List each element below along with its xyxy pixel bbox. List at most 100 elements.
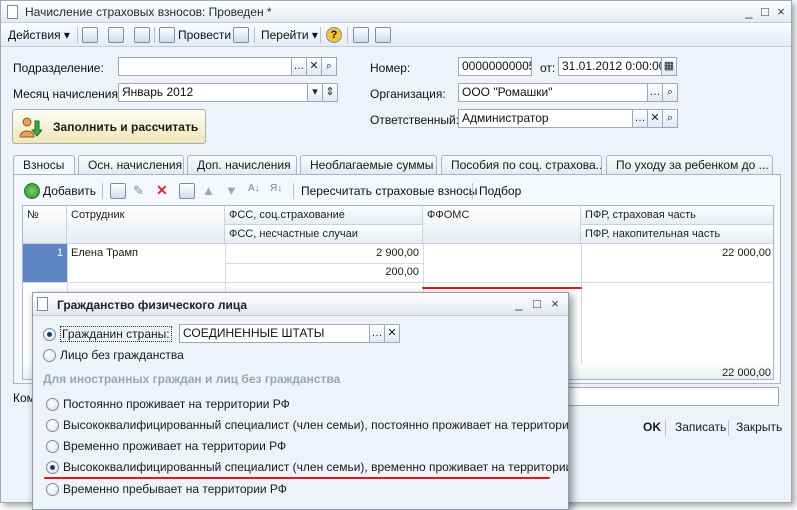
option-specialist-temporary[interactable]: Высококвалифицированный специалист (член… bbox=[46, 460, 568, 476]
column-header-pfr[interactable]: ПФР, страховая часть bbox=[581, 206, 773, 225]
radio-checked-icon bbox=[43, 328, 56, 341]
column-header-fss-accidents[interactable]: ФСС, несчастные случаи bbox=[225, 225, 423, 244]
clear-icon[interactable]: ✕ bbox=[306, 57, 322, 76]
month-stepper-icon[interactable]: ⇕ bbox=[322, 83, 338, 102]
close-button[interactable]: × bbox=[773, 4, 789, 19]
actions-menu[interactable]: Действия ▾ bbox=[8, 26, 70, 44]
option-specialist-permanent[interactable]: Высококвалифицированный специалист (член… bbox=[46, 418, 568, 434]
grid-toolbar: Добавить ✎ ✕ ▲ ▼ A↓ Я↓ Пересчитать страх… bbox=[14, 180, 780, 202]
month-label: Месяц начисления: bbox=[13, 87, 122, 101]
close-window-button[interactable]: Закрыть bbox=[736, 420, 782, 434]
chevron-down-icon: ▾ bbox=[311, 28, 318, 42]
minimize-button[interactable]: _ bbox=[741, 4, 757, 19]
refresh-icon[interactable] bbox=[108, 27, 124, 43]
fill-and-calculate-button[interactable]: Заполнить и рассчитать bbox=[12, 109, 206, 144]
radio-icon bbox=[46, 419, 59, 432]
month-field[interactable]: Январь 2012 bbox=[118, 83, 308, 102]
toolbar-separator bbox=[77, 27, 78, 43]
stateless-radio-label: Лицо без гражданства bbox=[60, 348, 184, 362]
goto-menu[interactable]: Перейти ▾ bbox=[261, 26, 318, 44]
tab-social-benefits[interactable]: Пособия по соц. страхова... bbox=[441, 155, 602, 175]
pfr-accumulative-cell[interactable] bbox=[581, 263, 773, 282]
tab-extra-accruals[interactable]: Доп. начисления bbox=[187, 155, 297, 175]
post-button[interactable]: Провести bbox=[178, 26, 231, 44]
column-header-ffoms[interactable]: ФФОМС bbox=[423, 206, 581, 244]
dialog-title-bar[interactable]: Гражданство физического лица _ □ × bbox=[33, 293, 568, 316]
toolbar-separator bbox=[472, 183, 473, 199]
toolbar-separator bbox=[102, 183, 103, 199]
tab-bar: Взносы Осн. начисления Доп. начисления Н… bbox=[13, 155, 773, 176]
option-permanent-resident[interactable]: Постоянно проживает на территории РФ bbox=[46, 397, 546, 413]
search-icon[interactable]: ⌕ bbox=[662, 109, 678, 128]
column-header-pfr-accumulative[interactable]: ПФР, накопительная часть bbox=[581, 225, 773, 244]
tab-child-care[interactable]: По уходу за ребенком до ... bbox=[606, 155, 773, 175]
maximize-button[interactable]: □ bbox=[529, 296, 545, 311]
tab-non-taxable[interactable]: Необлагаемые суммы bbox=[300, 155, 437, 175]
delete-icon[interactable]: ✕ bbox=[156, 183, 172, 199]
fss-cell[interactable]: 2 900,00 bbox=[225, 244, 423, 263]
toolbar-separator bbox=[293, 183, 294, 199]
column-header-fss[interactable]: ФСС, соц.страхование bbox=[225, 206, 423, 225]
comment-field[interactable] bbox=[566, 387, 779, 406]
search-icon[interactable]: ⌕ bbox=[662, 83, 678, 102]
tab-contributions[interactable]: Взносы bbox=[13, 155, 75, 176]
structure-icon[interactable] bbox=[353, 27, 369, 43]
select-button[interactable]: … bbox=[369, 324, 385, 343]
save-row-icon[interactable] bbox=[179, 183, 195, 199]
minimize-button[interactable]: _ bbox=[511, 296, 527, 311]
save-button[interactable]: Записать bbox=[675, 420, 726, 434]
sort-asc-icon[interactable]: A↓ bbox=[248, 183, 264, 199]
title-bar[interactable]: Начисление страховых взносов: Проведен *… bbox=[1, 1, 791, 23]
number-field[interactable]: 00000000005 bbox=[458, 57, 532, 76]
option-label: Временно проживает на территории РФ bbox=[63, 439, 287, 453]
column-header-number[interactable]: № bbox=[23, 206, 67, 244]
division-field[interactable] bbox=[118, 57, 292, 76]
option-temporary-stay[interactable]: Временно пребывает на территории РФ bbox=[46, 482, 546, 498]
copy-icon[interactable] bbox=[134, 27, 150, 43]
option-temporary-resident[interactable]: Временно проживает на территории РФ bbox=[46, 439, 546, 455]
select-button[interactable]: … bbox=[632, 109, 648, 128]
row-divider bbox=[225, 263, 423, 264]
unpost-icon[interactable] bbox=[233, 27, 249, 43]
clear-icon[interactable]: ✕ bbox=[384, 324, 400, 343]
organization-label: Организация: bbox=[370, 87, 446, 101]
select-employees-button[interactable]: Подбор bbox=[479, 182, 521, 200]
citizen-radio-label: Гражданин страны: bbox=[60, 326, 172, 342]
responsible-field[interactable]: Администратор bbox=[458, 109, 633, 128]
maximize-button[interactable]: □ bbox=[757, 4, 773, 19]
search-icon[interactable]: ⌕ bbox=[321, 57, 337, 76]
select-button[interactable]: … bbox=[291, 57, 307, 76]
citizen-radio[interactable]: Гражданин страны: bbox=[43, 326, 173, 343]
toolbar-separator bbox=[665, 420, 666, 436]
column-header-employee[interactable]: Сотрудник bbox=[67, 206, 225, 244]
select-button[interactable]: … bbox=[647, 83, 663, 102]
organization-field[interactable]: ООО "Ромашки" bbox=[458, 83, 648, 102]
sort-desc-icon[interactable]: Я↓ bbox=[270, 183, 286, 199]
post-close-icon[interactable] bbox=[82, 27, 98, 43]
edit-icon[interactable]: ✎ bbox=[133, 183, 149, 199]
main-toolbar: Действия ▾ Провести Перейти ▾ ? bbox=[1, 23, 791, 47]
ok-button[interactable]: OK bbox=[643, 420, 661, 434]
stateless-radio[interactable]: Лицо без гражданства bbox=[43, 348, 203, 364]
move-down-icon[interactable]: ▼ bbox=[225, 183, 241, 199]
clear-icon[interactable]: ✕ bbox=[647, 109, 663, 128]
pfr-cell[interactable]: 22 000,00 bbox=[581, 244, 773, 263]
add-button[interactable]: Добавить bbox=[43, 182, 96, 200]
employee-cell[interactable]: Елена Трамп bbox=[67, 244, 225, 263]
window-title: Начисление страховых взносов: Проведен * bbox=[25, 5, 272, 19]
help-icon[interactable]: ? bbox=[326, 27, 342, 43]
month-dropdown-icon[interactable]: ▾ bbox=[307, 83, 323, 102]
radio-icon bbox=[46, 483, 59, 496]
move-up-icon[interactable]: ▲ bbox=[202, 183, 218, 199]
copy-row-icon[interactable] bbox=[110, 183, 126, 199]
fss-accidents-cell[interactable]: 200,00 bbox=[225, 263, 423, 282]
close-dialog-button[interactable]: × bbox=[547, 296, 563, 311]
date-field[interactable]: 31.01.2012 0:00:00 bbox=[558, 57, 662, 76]
recalculate-button[interactable]: Пересчитать страховые взносы bbox=[301, 182, 477, 200]
tab-main-accruals[interactable]: Осн. начисления bbox=[78, 155, 184, 175]
row-number-cell[interactable]: 1 bbox=[23, 244, 67, 282]
list-settings-icon[interactable] bbox=[375, 27, 391, 43]
calendar-icon[interactable]: ▦ bbox=[661, 57, 677, 76]
ffoms-cell[interactable] bbox=[423, 244, 581, 263]
country-field[interactable]: СОЕДИНЕННЫЕ ШТАТЫ bbox=[179, 324, 370, 343]
